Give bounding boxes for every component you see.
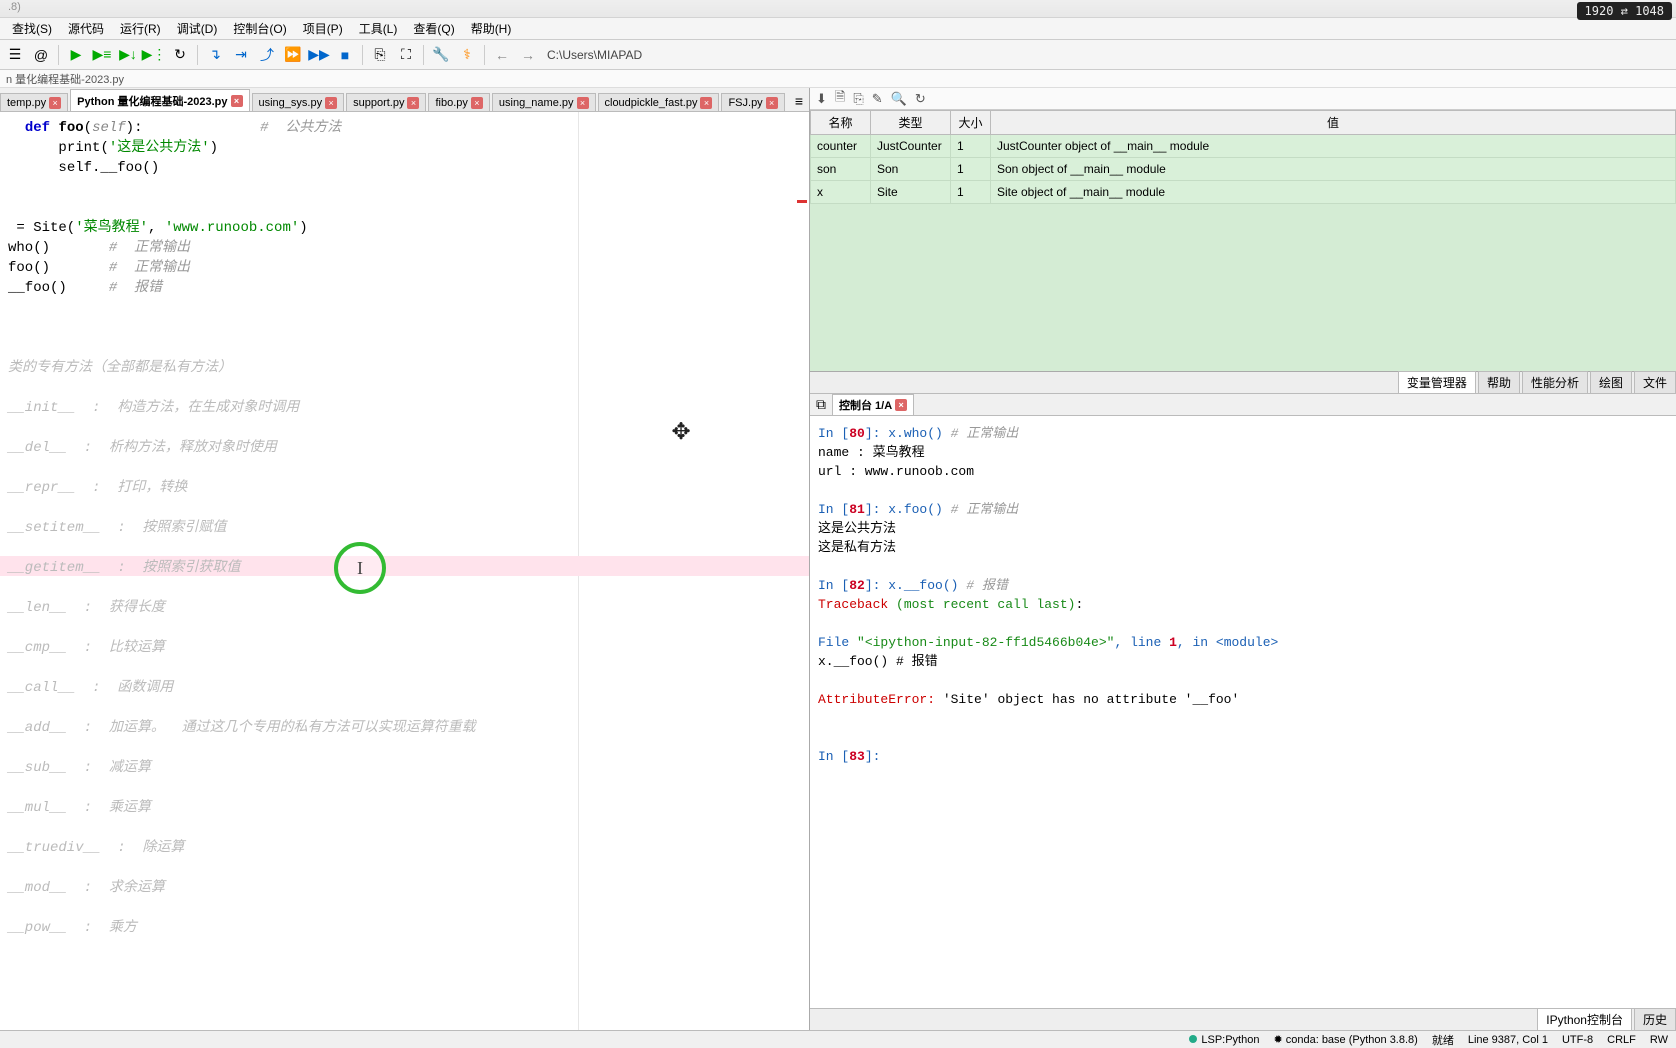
detach-icon[interactable]: ⧉ — [814, 394, 828, 415]
variable-explorer[interactable]: 名称 类型 大小 值 counterJustCounter1JustCounte… — [810, 110, 1676, 372]
menu-help[interactable]: 帮助(H) — [463, 18, 520, 39]
console-bottom-tabs: IPython控制台 历史 — [810, 1008, 1676, 1030]
close-icon[interactable]: × — [231, 95, 243, 107]
tab-files[interactable]: 文件 — [1634, 371, 1676, 393]
status-conda[interactable]: ✹ conda: base (Python 3.8.8) — [1273, 1033, 1417, 1046]
debug-fastforward-button[interactable]: ▶▶ — [308, 44, 330, 66]
nav-forward-button[interactable]: → — [517, 44, 539, 66]
debug-step-out-button[interactable]: ⤴ — [256, 44, 278, 66]
variable-toolbar: ⬇ 🗎 ⎘ ✎ 🔍 ↻ — [810, 88, 1676, 110]
status-encoding[interactable]: UTF-8 — [1562, 1034, 1593, 1046]
refresh-icon[interactable]: ↻ — [915, 91, 926, 107]
debug-continue-button[interactable]: ⏩ — [282, 44, 304, 66]
edit-icon[interactable]: ✎ — [872, 91, 883, 107]
col-size[interactable]: 大小 — [951, 111, 991, 135]
code-editor[interactable]: def foo(self): # 公共方法 print('这是公共方法') se… — [0, 112, 809, 1030]
tab-overflow-icon[interactable]: ≡ — [789, 91, 809, 111]
status-cursor-pos: Line 9387, Col 1 — [1468, 1034, 1548, 1046]
tab-support[interactable]: support.py× — [346, 93, 426, 111]
menu-debug[interactable]: 调试(D) — [169, 18, 226, 39]
menu-console[interactable]: 控制台(O) — [225, 18, 294, 39]
menu-bar[interactable]: 查找(S) 源代码 运行(R) 调试(D) 控制台(O) 项目(P) 工具(L)… — [0, 18, 1676, 40]
table-row[interactable]: xSite1Site object of __main__ module — [811, 181, 1676, 204]
menu-view[interactable]: 查看(Q) — [405, 18, 462, 39]
col-value[interactable]: 值 — [991, 111, 1676, 135]
download-icon[interactable]: ⬇ — [816, 91, 827, 107]
tab-using-sys[interactable]: using_sys.py× — [252, 93, 345, 111]
exit-debug-button[interactable]: ⎘ — [369, 44, 391, 66]
close-icon[interactable]: × — [471, 97, 483, 109]
tab-fibo[interactable]: fibo.py× — [428, 93, 489, 111]
right-pane: ⬇ 🗎 ⎘ ✎ 🔍 ↻ 名称 类型 大小 值 counterJustCounte… — [810, 88, 1676, 1030]
tab-main-file[interactable]: Python 量化编程基础-2023.py× — [70, 89, 249, 111]
console-pane: ⧉ 控制台 1/A × In [80]: x.who() # 正常输出 name… — [810, 394, 1676, 1030]
click-indicator: I — [334, 542, 386, 594]
save-icon[interactable]: 🗎 — [835, 88, 845, 110]
table-row[interactable]: sonSon1Son object of __main__ module — [811, 158, 1676, 181]
col-type[interactable]: 类型 — [871, 111, 951, 135]
tab-temp[interactable]: temp.py× — [0, 93, 68, 111]
status-mem: 就绪 — [1432, 1032, 1454, 1048]
tab-cloudpickle[interactable]: cloudpickle_fast.py× — [598, 93, 720, 111]
tab-history[interactable]: 历史 — [1634, 1008, 1676, 1030]
breadcrumb: n 量化编程基础-2023.py — [0, 70, 1676, 88]
run-file-button[interactable]: ▶ — [65, 44, 87, 66]
window-titlebar: .8) — [0, 0, 1676, 18]
status-lsp[interactable]: LSP:Python — [1189, 1034, 1259, 1046]
status-rw: RW — [1650, 1034, 1668, 1046]
search-icon[interactable]: 🔍 — [891, 91, 907, 107]
resolution-badge: 1920 ⇄ 1048 — [1577, 2, 1672, 20]
menu-tools[interactable]: 工具(L) — [351, 18, 406, 39]
nav-back-button[interactable]: ← — [491, 44, 513, 66]
tool-at-icon[interactable]: @ — [30, 44, 52, 66]
right-pane-tabs: 变量管理器 帮助 性能分析 绘图 文件 — [810, 372, 1676, 394]
python-icon[interactable]: ⚕ — [456, 44, 478, 66]
debug-step-over-button[interactable]: ⇥ — [230, 44, 252, 66]
editor-pane: temp.py× Python 量化编程基础-2023.py× using_sy… — [0, 88, 810, 1030]
tab-variable-explorer[interactable]: 变量管理器 — [1398, 371, 1476, 393]
tab-fsj[interactable]: FSJ.py× — [721, 93, 784, 111]
col-name[interactable]: 名称 — [811, 111, 871, 135]
menu-find[interactable]: 查找(S) — [4, 18, 60, 39]
tab-using-name[interactable]: using_name.py× — [492, 93, 596, 111]
tab-ipython-console[interactable]: IPython控制台 — [1537, 1008, 1632, 1030]
copy-icon[interactable]: ⎘ — [853, 91, 863, 107]
tab-plots[interactable]: 绘图 — [1590, 371, 1632, 393]
wrench-icon[interactable]: 🔧 — [430, 44, 452, 66]
title-text: .8) — [8, 1, 21, 13]
status-eol[interactable]: CRLF — [1607, 1034, 1636, 1046]
close-icon[interactable]: × — [700, 97, 712, 109]
console-tab[interactable]: 控制台 1/A × — [832, 394, 914, 415]
run-cell-button[interactable]: ▶≡ — [91, 44, 113, 66]
close-icon[interactable]: × — [577, 97, 589, 109]
maximize-button[interactable]: ⛶ — [395, 44, 417, 66]
toolbar: ☰ @ ▶ ▶≡ ▶↓ ▶⋮ ↻ ↴ ⇥ ⤴ ⏩ ▶▶ ■ ⎘ ⛶ 🔧 ⚕ ← … — [0, 40, 1676, 70]
rerun-button[interactable]: ↻ — [169, 44, 191, 66]
close-icon[interactable]: × — [895, 399, 907, 411]
run-selection-button[interactable]: ▶⋮ — [143, 44, 165, 66]
ipython-console[interactable]: In [80]: x.who() # 正常输出 name : 菜鸟教程 url … — [810, 416, 1676, 1008]
debug-step-into-button[interactable]: ↴ — [204, 44, 226, 66]
menu-project[interactable]: 项目(P) — [295, 18, 351, 39]
editor-tabs: temp.py× Python 量化编程基础-2023.py× using_sy… — [0, 88, 809, 112]
run-cell-advance-button[interactable]: ▶↓ — [117, 44, 139, 66]
status-bar: LSP:Python ✹ conda: base (Python 3.8.8) … — [0, 1030, 1676, 1048]
menu-run[interactable]: 运行(R) — [112, 18, 169, 39]
tab-profiler[interactable]: 性能分析 — [1522, 371, 1588, 393]
move-cursor-icon: ✥ — [672, 422, 690, 442]
menu-source[interactable]: 源代码 — [60, 18, 112, 39]
close-icon[interactable]: × — [407, 97, 419, 109]
tool-list-icon[interactable]: ☰ — [4, 44, 26, 66]
tab-help[interactable]: 帮助 — [1478, 371, 1520, 393]
table-row[interactable]: counterJustCounter1JustCounter object of… — [811, 135, 1676, 158]
close-icon[interactable]: × — [325, 97, 337, 109]
working-dir-path[interactable]: C:\Users\MIAPAD — [547, 48, 642, 62]
close-icon[interactable]: × — [49, 97, 61, 109]
stop-button[interactable]: ■ — [334, 44, 356, 66]
console-tabs: ⧉ 控制台 1/A × — [810, 394, 1676, 416]
close-icon[interactable]: × — [766, 97, 778, 109]
